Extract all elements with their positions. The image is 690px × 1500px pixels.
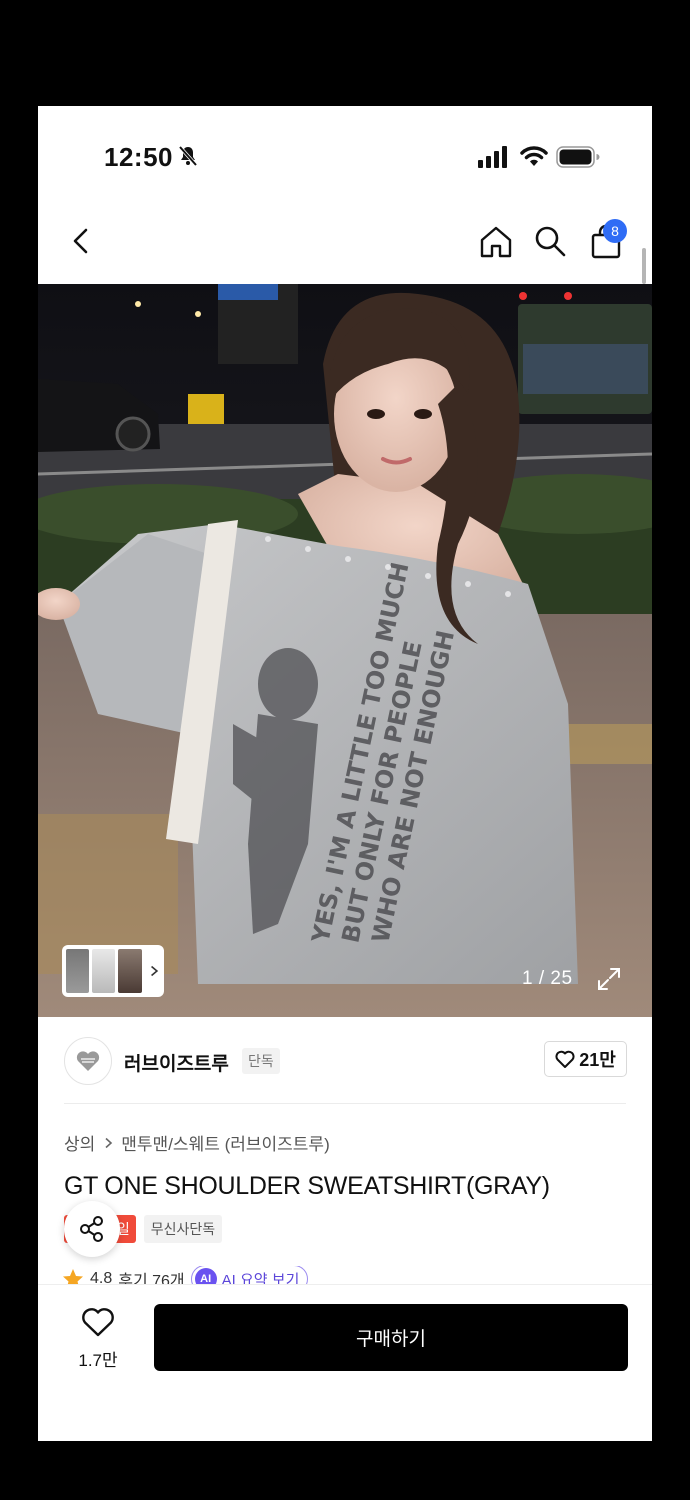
product-title: GT ONE SHOULDER SWEATSHIRT(GRAY) [64, 1172, 550, 1200]
product-photo: YES, I'M A LITTLE TOO MUCH BUT ONLY FOR … [38, 284, 652, 1017]
brand-like-button[interactable]: 21만 [544, 1041, 627, 1077]
brand-name[interactable]: 러브이즈트루 [124, 1049, 229, 1076]
chevron-right-icon [105, 1137, 113, 1148]
status-bar: 12:50 [38, 106, 652, 206]
brand-like-count: 21만 [579, 1050, 616, 1070]
bottom-action-bar: 1.7만 구매하기 [38, 1284, 652, 1441]
breadcrumb-item[interactable]: 상의 [64, 1130, 95, 1155]
wifi-icon [520, 146, 548, 166]
thumbnail-3[interactable] [118, 949, 142, 993]
brand-exclusive-tag: 단독 [242, 1048, 280, 1074]
status-time: 12:50 [104, 142, 173, 172]
phone-screen: 12:50 8 YES, I'M A LITTLE TOO MUCH BUT O… [38, 106, 652, 1441]
brand-logo[interactable] [64, 1037, 112, 1085]
product-image-gallery[interactable]: YES, I'M A LITTLE TOO MUCH BUT ONLY FOR … [38, 284, 652, 1017]
thumbnail-1[interactable] [66, 949, 90, 993]
back-arrow-icon[interactable] [68, 226, 94, 256]
battery-icon [556, 146, 600, 168]
cart-count-badge: 8 [603, 219, 627, 243]
divider [64, 1103, 626, 1104]
image-counter: 1 / 25 [522, 968, 573, 989]
wishlist-button[interactable]: 1.7만 [68, 1307, 128, 1371]
wishlist-count: 1.7만 [78, 1351, 118, 1370]
signal-icon [478, 146, 507, 168]
breadcrumb-item[interactable]: 맨투맨/스웨트 (러브이즈트루) [121, 1130, 329, 1155]
home-icon[interactable] [478, 224, 514, 260]
brand-row: 러브이즈트루 단독 21만 [38, 1017, 652, 1105]
breadcrumb: 상의 맨투맨/스웨트 (러브이즈트루) [64, 1130, 330, 1155]
share-button[interactable] [64, 1201, 120, 1257]
expand-icon[interactable] [596, 966, 622, 992]
heart-outline-icon [555, 1050, 575, 1068]
heart-outline-icon [82, 1308, 114, 1337]
exclusive-tag: 무신사단독 [143, 1215, 223, 1243]
gallery-thumbnails[interactable] [62, 945, 164, 997]
top-nav: 8 [38, 206, 652, 284]
buy-button[interactable]: 구매하기 [154, 1304, 628, 1371]
share-icon [80, 1216, 103, 1242]
bell-muted-icon [178, 145, 198, 167]
search-icon[interactable] [533, 224, 567, 258]
thumbnail-2[interactable] [92, 949, 116, 993]
heart-logo-icon [76, 1051, 100, 1071]
scrollbar[interactable] [642, 248, 646, 284]
chevron-right-icon [150, 965, 158, 977]
